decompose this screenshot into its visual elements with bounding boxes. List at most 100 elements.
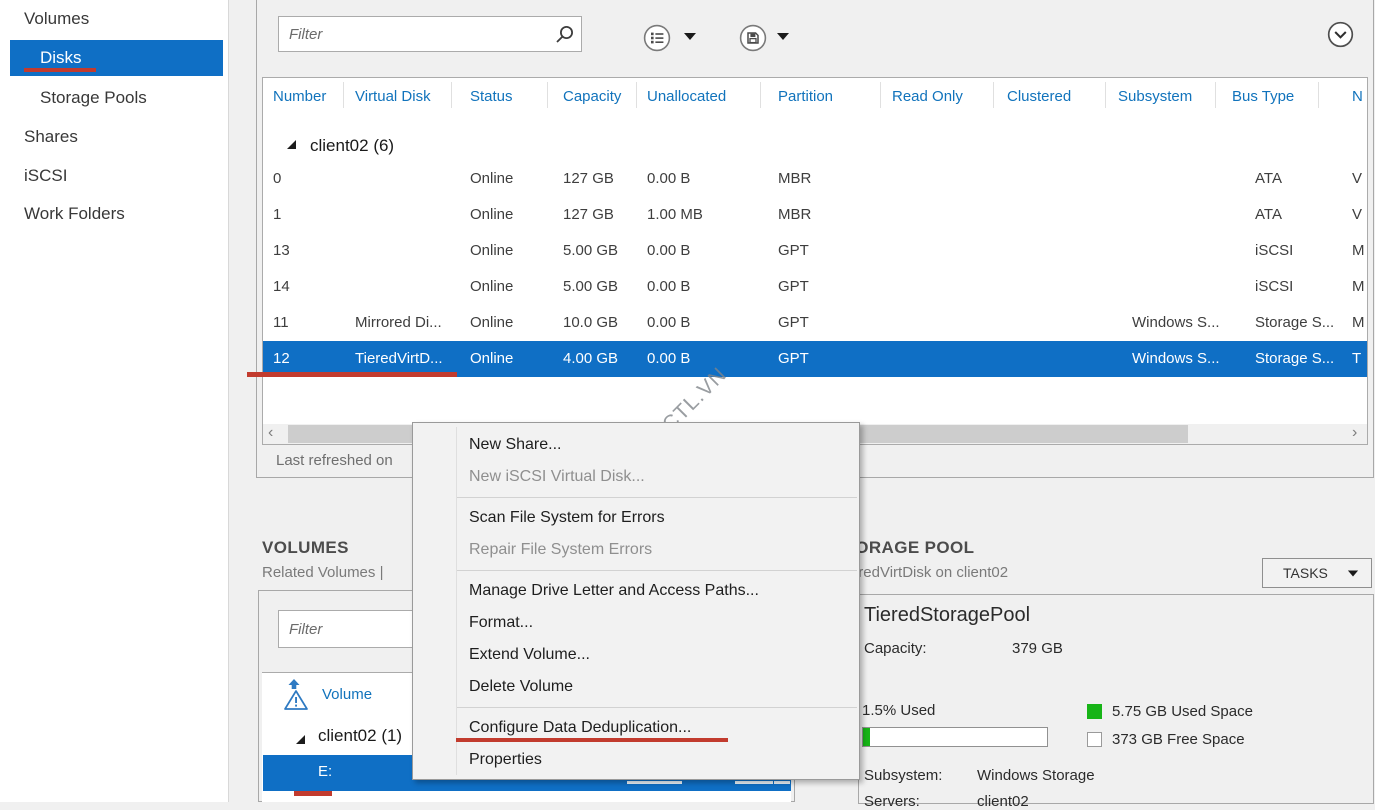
save-dropdown-icon[interactable] — [777, 33, 789, 40]
cell-virtual-disk: TieredVirtD... — [355, 350, 443, 367]
column-separator — [1105, 82, 1106, 108]
sidebar-item-volumes[interactable]: Volumes — [24, 9, 89, 29]
cell-unallocated: 0.00 B — [647, 242, 690, 259]
capacity-value: 379 GB — [1012, 640, 1063, 657]
cell-bus-type: ATA — [1255, 206, 1282, 223]
menu-item-delete-volume[interactable]: Delete Volume — [413, 671, 859, 703]
cell-capacity: 5.00 GB — [563, 278, 618, 295]
col-header-number[interactable]: Number — [273, 88, 326, 105]
cell-unallocated: 0.00 B — [647, 314, 690, 331]
cell-name: V — [1352, 170, 1362, 187]
menu-item-extend-volume[interactable]: Extend Volume... — [413, 639, 859, 671]
cell-name: T — [1352, 350, 1361, 367]
cell-status: Online — [470, 278, 513, 295]
sidebar-item-disks-label: Disks — [40, 48, 82, 68]
cell-name: M — [1352, 278, 1365, 295]
col-header-volume[interactable]: Volume — [322, 686, 372, 703]
disk-row-14[interactable]: 14 Online 5.00 GB 0.00 B GPT iSCSI M — [263, 269, 1367, 305]
col-header-name[interactable]: N — [1352, 88, 1363, 105]
cell-unallocated: 1.00 MB — [647, 206, 703, 223]
disks-filter-input[interactable] — [278, 16, 582, 52]
legend-used-label: 5.75 GB Used Space — [1112, 703, 1253, 720]
col-header-status[interactable]: Status — [470, 88, 513, 105]
cell-bus-type: ATA — [1255, 170, 1282, 187]
storage-pool-subtitle: TieredVirtDisk on client02 — [838, 564, 1008, 581]
sidebar-item-storage-pools[interactable]: Storage Pools — [40, 88, 147, 108]
sidebar-divider — [228, 0, 229, 802]
sidebar-item-work-folders[interactable]: Work Folders — [24, 204, 125, 224]
menu-item-scan-file-system[interactable]: Scan File System for Errors — [413, 502, 859, 534]
cell-unallocated: 0.00 B — [647, 170, 690, 187]
menu-item-properties[interactable]: Properties — [413, 744, 859, 776]
column-separator — [636, 82, 637, 108]
disk-row-0[interactable]: 0 Online 127 GB 0.00 B MBR ATA V — [263, 161, 1367, 197]
cell-capacity: 127 GB — [563, 170, 614, 187]
disk-row-13[interactable]: 13 Online 5.00 GB 0.00 B GPT iSCSI M — [263, 233, 1367, 269]
tasks-button[interactable]: TASKS — [1262, 558, 1372, 588]
disk-row-1[interactable]: 1 Online 127 GB 1.00 MB MBR ATA V — [263, 197, 1367, 233]
cell-subsystem: Windows S... — [1132, 314, 1220, 331]
cell-partition: MBR — [778, 170, 811, 187]
alert-severity-sort-icon[interactable] — [283, 679, 309, 711]
menu-separator — [457, 497, 857, 498]
save-icon[interactable] — [739, 24, 767, 52]
annotation-underline-disks — [24, 68, 96, 72]
subsystem-label: Subsystem: — [864, 767, 942, 784]
menu-item-format[interactable]: Format... — [413, 607, 859, 639]
legend-used-swatch — [1087, 704, 1102, 719]
search-icon[interactable] — [554, 24, 575, 45]
annotation-underline-configure-dedup — [456, 738, 728, 742]
sidebar-item-shares[interactable]: Shares — [24, 127, 78, 147]
pool-name: TieredStoragePool — [864, 604, 1030, 627]
scroll-right-icon[interactable]: › — [1352, 423, 1357, 443]
volumes-subtitle: Related Volumes | — [262, 564, 383, 581]
clipped-text-fragment — [774, 781, 790, 784]
cell-partition: MBR — [778, 206, 811, 223]
col-header-clustered[interactable]: Clustered — [1007, 88, 1071, 105]
col-header-unallocated[interactable]: Unallocated — [647, 88, 726, 105]
used-space-progressbar — [862, 727, 1048, 747]
cell-partition: GPT — [778, 242, 809, 259]
volumes-group-label[interactable]: client02 (1) — [318, 726, 402, 746]
cell-bus-type: iSCSI — [1255, 242, 1293, 259]
column-separator — [547, 82, 548, 108]
cell-number: 1 — [273, 206, 281, 223]
sidebar-nav — [0, 0, 228, 802]
cell-bus-type: iSCSI — [1255, 278, 1293, 295]
sidebar-item-iscsi[interactable]: iSCSI — [24, 166, 67, 186]
cell-status: Online — [470, 350, 513, 367]
menu-item-manage-drive-letter[interactable]: Manage Drive Letter and Access Paths... — [413, 575, 859, 607]
col-header-capacity[interactable]: Capacity — [563, 88, 621, 105]
scroll-left-icon[interactable]: ‹ — [268, 423, 273, 443]
col-header-bus-type[interactable]: Bus Type — [1232, 88, 1294, 105]
annotation-underline-disk12 — [247, 372, 457, 377]
cell-number: 12 — [273, 350, 290, 367]
cell-name: V — [1352, 206, 1362, 223]
menu-item-new-share[interactable]: New Share... — [413, 429, 859, 461]
group-expand-icon[interactable] — [296, 735, 305, 744]
cell-status: Online — [470, 206, 513, 223]
col-header-virtual-disk[interactable]: Virtual Disk — [355, 88, 431, 105]
cell-number: 0 — [273, 170, 281, 187]
collapse-tile-chevron-icon[interactable] — [1327, 21, 1354, 48]
clipped-text-fragment — [735, 781, 773, 784]
disks-group-label[interactable]: client02 (6) — [310, 136, 394, 156]
view-options-icon[interactable] — [643, 24, 671, 52]
cell-name: M — [1352, 242, 1365, 259]
cell-number: 11 — [273, 314, 289, 331]
col-header-subsystem[interactable]: Subsystem — [1118, 88, 1192, 105]
disk-row-11[interactable]: 11 Mirrored Di... Online 10.0 GB 0.00 B … — [263, 305, 1367, 341]
annotation-underline-volume-e — [294, 791, 332, 796]
group-expand-icon[interactable] — [287, 140, 296, 149]
cell-volume-letter: E: — [318, 763, 332, 780]
column-separator — [451, 82, 452, 108]
view-options-dropdown-icon[interactable] — [684, 33, 696, 40]
col-header-read-only[interactable]: Read Only — [892, 88, 963, 105]
menu-item-new-iscsi-virtual-disk: New iSCSI Virtual Disk... — [413, 461, 859, 493]
cell-bus-type: Storage S... — [1255, 314, 1334, 331]
cell-subsystem: Windows S... — [1132, 350, 1220, 367]
col-header-partition[interactable]: Partition — [778, 88, 833, 105]
context-menu: New Share... New iSCSI Virtual Disk... S… — [412, 422, 860, 780]
used-space-progress-fill — [863, 728, 870, 746]
capacity-label: Capacity: — [864, 640, 927, 657]
